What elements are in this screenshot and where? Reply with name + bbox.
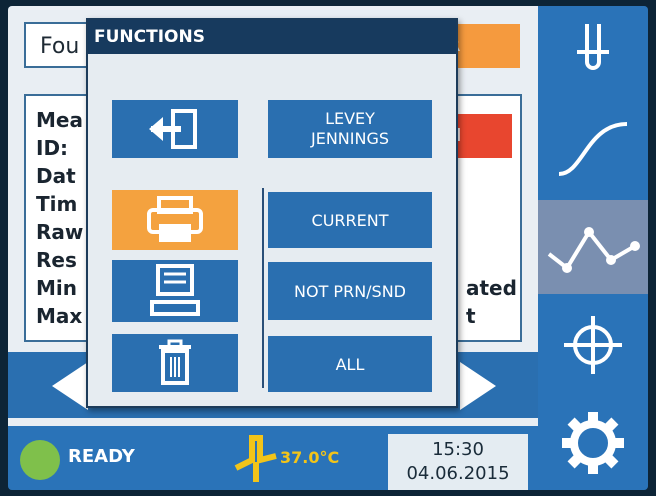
sidebar-item-settings[interactable] [538,396,648,490]
dialog-separator [262,188,264,388]
detail-label: ID: [36,136,69,160]
detail-label: Mea [36,108,83,132]
delete-button[interactable] [112,334,238,392]
detail-label: Raw [36,220,84,244]
gear-icon [562,412,624,474]
sidebar-item-sample[interactable] [538,6,648,100]
detail-label: Max [36,304,83,328]
detail-value: ated [466,276,517,300]
temperature-readout: 37.0°C [280,448,340,467]
exit-icon [149,109,197,149]
not-prn-snd-button[interactable]: NOT PRN/SND [268,262,432,320]
status-bar: READY 37.0°C 15:30 04.06.2015 [8,426,538,490]
next-arrow-icon[interactable] [460,362,496,410]
detail-label: Min [36,276,77,300]
sidebar-item-graph[interactable] [538,200,648,294]
computer-icon [150,264,200,316]
test-tube-icon [577,24,609,70]
graph-icon [547,227,640,273]
trash-icon [159,339,191,385]
detail-label: Res [36,248,77,272]
computer-button[interactable] [112,260,238,322]
detail-label: Dat [36,164,76,188]
sidebar [538,6,648,490]
clock-date: 04.06.2015 [406,463,510,484]
printer-icon [147,196,203,242]
ready-indicator-icon [20,440,60,480]
sidebar-item-calibration[interactable] [538,298,648,392]
print-button[interactable] [112,190,238,250]
detail-label: Tim [36,192,78,216]
crosshair-icon [564,316,622,374]
functions-dialog: FUNCTIONS LEVEY JENNINGS CURRENT NOT PRN… [86,18,458,408]
all-button[interactable]: ALL [268,336,432,392]
previous-arrow-icon[interactable] [52,362,88,410]
curve-icon [558,122,628,176]
clock-time: 15:30 [432,439,484,460]
clock-panel: 15:30 04.06.2015 [388,434,528,490]
dialog-title: FUNCTIONS [88,20,456,54]
thermometer-icon [234,435,277,482]
device-screen: Fou R Mea ID: Dat Tim Raw Res Min Max at… [8,6,648,490]
ready-status: READY [68,446,135,467]
levey-jennings-button[interactable]: LEVEY JENNINGS [268,100,432,158]
current-button[interactable]: CURRENT [268,192,432,248]
exit-button[interactable] [112,100,238,158]
sidebar-item-curve[interactable] [538,102,648,196]
detail-value: t [466,304,476,328]
